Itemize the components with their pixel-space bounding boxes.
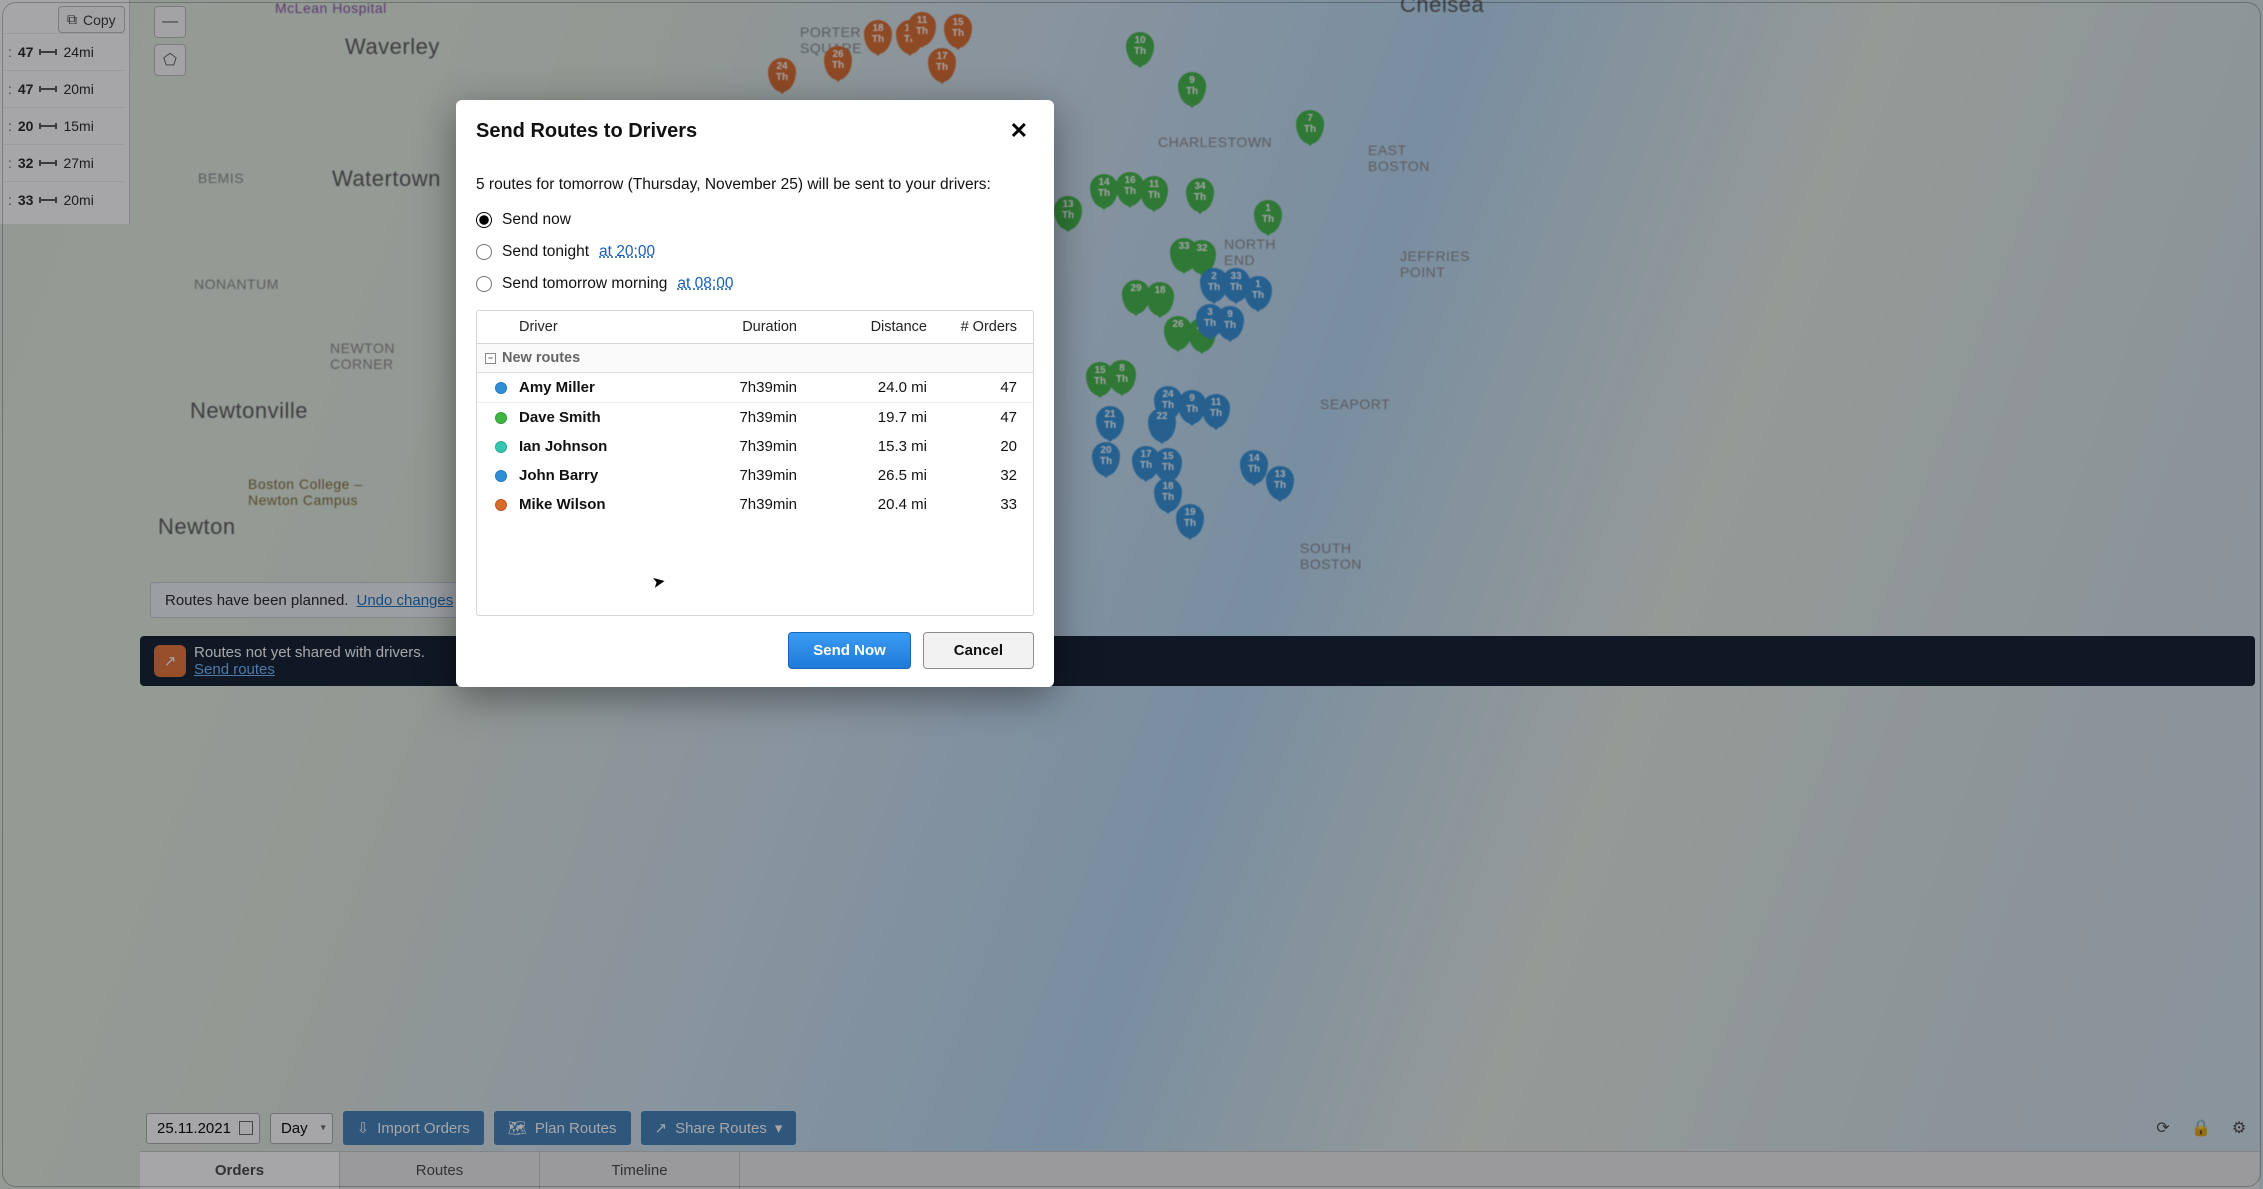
option-label: Send tonight — [502, 243, 589, 261]
option-send-morning[interactable]: Send tomorrow morning at 08:00 — [476, 268, 1034, 300]
color-dot — [495, 382, 507, 394]
radio-send-tonight[interactable] — [476, 244, 492, 260]
table-row: John Barry7h39min26.5 mi32 — [477, 461, 1033, 490]
option-send-tonight[interactable]: Send tonight at 20:00 — [476, 236, 1034, 268]
distance-value: 20.4 mi — [807, 496, 937, 513]
distance-value: 19.7 mi — [807, 409, 937, 426]
col-driver: Driver — [519, 319, 687, 335]
table-row: Amy Miller7h39min24.0 mi47 — [477, 373, 1033, 403]
modal-title: Send Routes to Drivers — [476, 120, 697, 143]
table-group-row[interactable]: − New routes — [477, 344, 1033, 373]
distance-value: 24.0 mi — [807, 379, 937, 396]
close-button[interactable]: ✕ — [1004, 116, 1034, 146]
option-label: Send now — [502, 211, 571, 229]
radio-send-morning[interactable] — [476, 276, 492, 292]
duration-value: 7h39min — [687, 409, 807, 426]
driver-name: John Barry — [519, 467, 687, 484]
driver-name: Amy Miller — [519, 379, 687, 396]
distance-value: 26.5 mi — [807, 467, 937, 484]
duration-value: 7h39min — [687, 438, 807, 455]
orders-value: 47 — [937, 379, 1027, 396]
send-routes-modal: Send Routes to Drivers ✕ 5 routes for to… — [456, 100, 1054, 687]
driver-name: Dave Smith — [519, 409, 687, 426]
duration-value: 7h39min — [687, 379, 807, 396]
time-link[interactable]: at 20:00 — [599, 243, 655, 261]
option-label: Send tomorrow morning — [502, 275, 667, 293]
duration-value: 7h39min — [687, 467, 807, 484]
cancel-button[interactable]: Cancel — [923, 632, 1034, 669]
driver-name: Ian Johnson — [519, 438, 687, 455]
collapse-icon[interactable]: − — [485, 353, 496, 364]
modal-backdrop — [0, 0, 2263, 1189]
col-duration: Duration — [687, 319, 807, 335]
col-orders: # Orders — [937, 319, 1027, 335]
table-header: Driver Duration Distance # Orders — [477, 311, 1033, 344]
orders-value: 20 — [937, 438, 1027, 455]
radio-send-now[interactable] — [476, 212, 492, 228]
col-distance: Distance — [807, 319, 937, 335]
option-send-now[interactable]: Send now — [476, 204, 1034, 236]
table-row: Dave Smith7h39min19.7 mi47 — [477, 403, 1033, 432]
modal-lead-text: 5 routes for tomorrow (Thursday, Novembe… — [476, 176, 1034, 194]
color-dot — [495, 412, 507, 424]
distance-value: 15.3 mi — [807, 438, 937, 455]
duration-value: 7h39min — [687, 496, 807, 513]
orders-value: 32 — [937, 467, 1027, 484]
color-dot — [495, 470, 507, 482]
orders-value: 47 — [937, 409, 1027, 426]
color-dot — [495, 499, 507, 511]
table-row: Mike Wilson7h39min20.4 mi33 — [477, 490, 1033, 519]
table-row: Ian Johnson7h39min15.3 mi20 — [477, 432, 1033, 461]
routes-table: Driver Duration Distance # Orders − New … — [476, 310, 1034, 616]
group-label: New routes — [502, 350, 580, 366]
color-dot — [495, 441, 507, 453]
orders-value: 33 — [937, 496, 1027, 513]
send-now-button[interactable]: Send Now — [788, 632, 911, 669]
time-link[interactable]: at 08:00 — [677, 275, 733, 293]
driver-name: Mike Wilson — [519, 496, 687, 513]
